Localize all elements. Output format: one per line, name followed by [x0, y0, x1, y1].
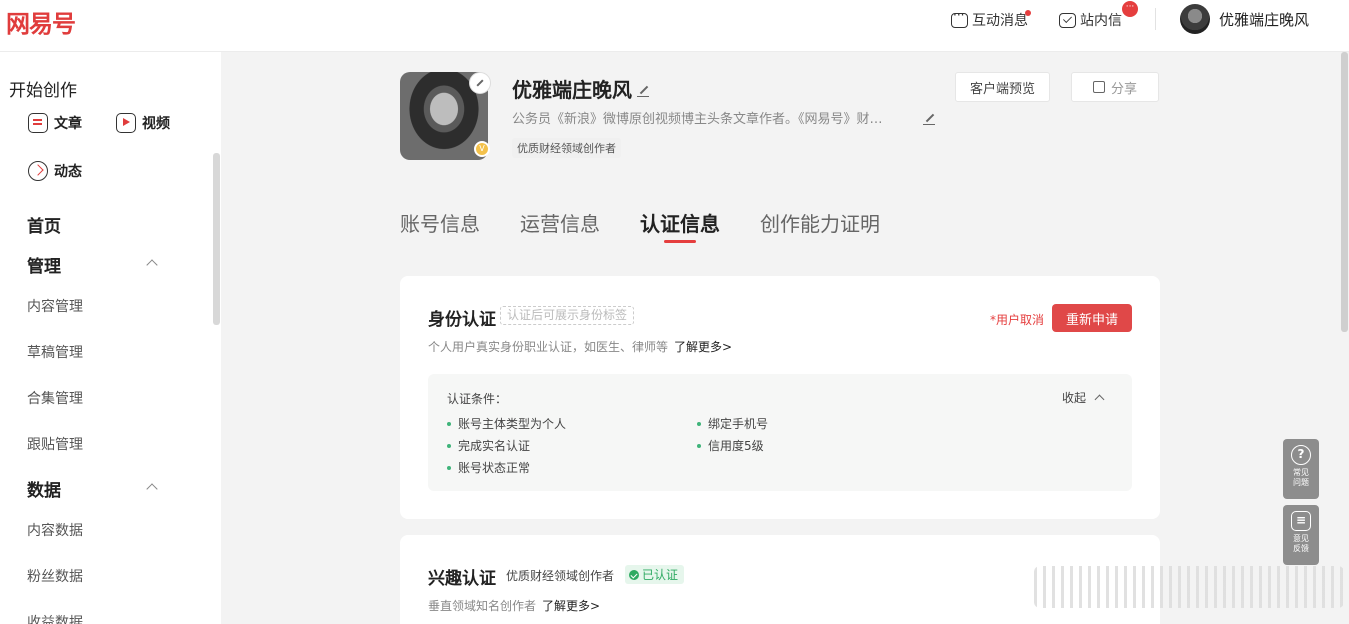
- chevron-up-icon: [1094, 394, 1105, 405]
- article-icon: [28, 113, 48, 133]
- collapse-button[interactable]: 收起: [1062, 389, 1105, 406]
- sidebar-item-collection-manage[interactable]: 合集管理: [27, 388, 83, 408]
- client-preview-button[interactable]: 客户端预览: [955, 72, 1051, 102]
- question-icon: ?: [1291, 445, 1311, 465]
- condition-item: 账号主体类型为个人: [447, 415, 566, 432]
- create-article-button[interactable]: 文章: [28, 113, 82, 133]
- brand-logo[interactable]: 网易号: [6, 4, 76, 39]
- mail-icon: [1059, 12, 1076, 28]
- condition-item: 绑定手机号: [697, 415, 768, 432]
- active-tab-indicator: [664, 240, 696, 243]
- identity-desc-text: 个人用户真实身份职业认证，如医生、律师等: [428, 340, 669, 354]
- header-username[interactable]: 优雅端庄晚风: [1219, 9, 1309, 30]
- verified-v-icon: V: [474, 141, 490, 157]
- create-video-label: 视频: [142, 116, 170, 132]
- identity-cert-title: 身份认证: [428, 310, 496, 330]
- share-button[interactable]: 分享: [1071, 72, 1159, 102]
- identity-learn-more-link[interactable]: 了解更多>: [674, 340, 732, 354]
- faq-button[interactable]: ? 常见问题: [1283, 439, 1319, 499]
- condition-item: 信用度5级: [697, 437, 764, 454]
- sidebar-item-fans-data[interactable]: 粉丝数据: [27, 566, 83, 586]
- tab-operation-info[interactable]: 运营信息: [520, 208, 600, 237]
- video-icon: [116, 113, 136, 133]
- chevron-up-icon[interactable]: [146, 259, 158, 271]
- share-icon: [1092, 81, 1105, 93]
- header-divider: [1155, 8, 1156, 30]
- interest-desc-text: 垂直领域知名创作者: [428, 599, 537, 613]
- create-dynamic-button[interactable]: 动态: [28, 161, 82, 181]
- profile-bio: 公务员《新浪》微博原创视频博主头条文章作者。《网易号》财…: [512, 112, 883, 127]
- tab-certification-info[interactable]: 认证信息: [640, 208, 720, 237]
- page-scrollbar[interactable]: [1341, 52, 1348, 332]
- create-dynamic-label: 动态: [54, 164, 82, 180]
- collapse-label: 收起: [1062, 391, 1087, 405]
- inbox-link[interactable]: 站内信: [1059, 10, 1122, 30]
- sidebar-item-income-data[interactable]: 收益数据: [27, 612, 83, 624]
- interactions-link[interactable]: 互动消息: [951, 8, 1028, 30]
- sidebar-section-data[interactable]: 数据: [27, 476, 61, 501]
- edit-name-icon[interactable]: [637, 83, 651, 97]
- feedback-button[interactable]: ≡ 意见反馈: [1283, 505, 1319, 565]
- faq-label: 常见问题: [1293, 468, 1309, 487]
- inbox-badge: ···: [1122, 1, 1138, 17]
- notification-dot: [1025, 10, 1031, 16]
- sidebar-item-content-data[interactable]: 内容数据: [27, 520, 83, 540]
- profile-tag: 优质财经领域创作者: [512, 138, 621, 158]
- create-video-button[interactable]: 视频: [116, 113, 170, 133]
- tab-creation-ability[interactable]: 创作能力证明: [760, 208, 880, 237]
- watermark-overlay: [1034, 566, 1344, 608]
- tab-account-info[interactable]: 账号信息: [400, 208, 480, 237]
- edit-bio-icon[interactable]: [923, 111, 937, 125]
- interest-cert-desc: 垂直领域知名创作者 了解更多>: [428, 597, 600, 614]
- interactions-label: 互动消息: [972, 13, 1028, 29]
- create-title: 开始创作: [9, 81, 77, 101]
- verified-badge: 已认证: [625, 565, 685, 584]
- top-header: 网易号 互动消息 站内信 ··· 优雅端庄晚风: [0, 0, 1349, 52]
- chevron-up-icon[interactable]: [146, 483, 158, 495]
- sidebar-item-home[interactable]: 首页: [27, 212, 61, 237]
- sidebar: 开始创作 文章 视频 动态 首页 管理 内容管理 草稿管理 合集管理 跟贴管理 …: [0, 52, 221, 624]
- dynamic-icon: [28, 161, 48, 181]
- share-label: 分享: [1110, 81, 1137, 97]
- conditions-title: 认证条件：: [447, 392, 508, 406]
- reapply-button[interactable]: 重新申请: [1052, 304, 1132, 332]
- feedback-label: 意见反馈: [1293, 534, 1309, 553]
- edit-avatar-icon[interactable]: [469, 72, 491, 94]
- conditions-panel: 认证条件： 收起 账号主体类型为个人 完成实名认证 账号状态正常 绑定手机号 信…: [428, 374, 1132, 491]
- condition-item: 完成实名认证: [447, 437, 530, 454]
- identity-cert-card: 身份认证 认证后可展示身份标签 个人用户真实身份职业认证，如医生、律师等 了解更多…: [400, 276, 1160, 519]
- profile-name: 优雅端庄晚风: [512, 78, 632, 102]
- interest-cert-title: 兴趣认证: [428, 569, 496, 589]
- inbox-label: 站内信: [1080, 13, 1122, 29]
- condition-item: 账号状态正常: [447, 459, 530, 476]
- sidebar-section-manage[interactable]: 管理: [27, 252, 61, 277]
- sidebar-scrollbar[interactable]: [213, 153, 220, 325]
- client-preview-label: 客户端预览: [970, 81, 1036, 97]
- comment-icon: ≡: [1291, 511, 1311, 531]
- interest-domain-label: 优质财经领域创作者: [506, 569, 615, 583]
- user-avatar[interactable]: [1180, 4, 1210, 34]
- interest-learn-more-link[interactable]: 了解更多>: [542, 599, 600, 613]
- create-article-label: 文章: [54, 116, 82, 132]
- identity-placeholder-tag: 认证后可展示身份标签: [500, 306, 635, 325]
- user-cancelled-status: *用户取消: [990, 313, 1045, 327]
- identity-cert-desc: 个人用户真实身份职业认证，如医生、律师等 了解更多>: [428, 338, 732, 355]
- chat-icon: [951, 8, 968, 28]
- check-circle-icon: [629, 569, 639, 580]
- verified-label: 已认证: [642, 568, 679, 582]
- sidebar-item-comment-manage[interactable]: 跟贴管理: [27, 434, 83, 454]
- sidebar-item-content-manage[interactable]: 内容管理: [27, 296, 83, 316]
- sidebar-item-draft-manage[interactable]: 草稿管理: [27, 342, 83, 362]
